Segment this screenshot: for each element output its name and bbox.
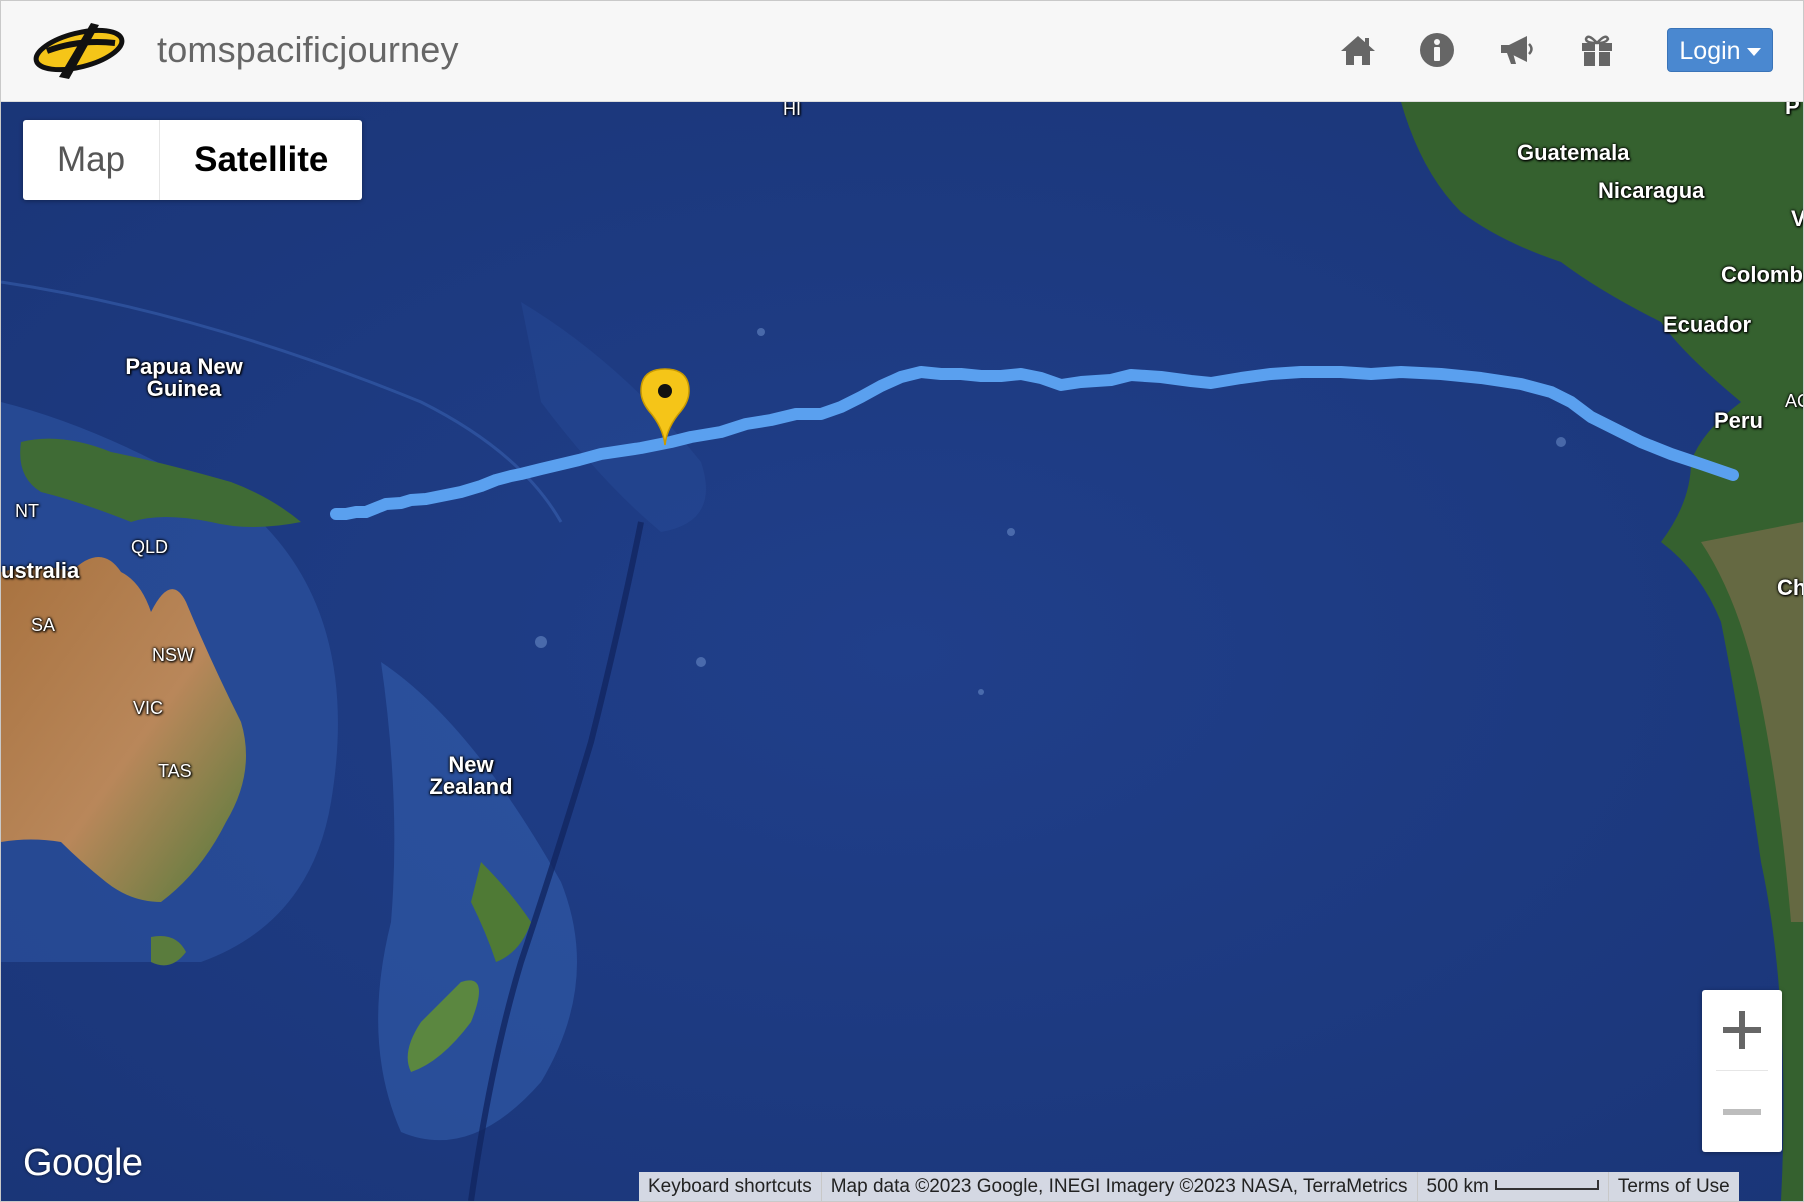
map-label-papua-new-guinea: Papua New Guinea [119, 356, 249, 400]
map-label-ecuador: Ecuador [1663, 312, 1752, 337]
scale-bar [1494, 1179, 1599, 1190]
map-label-nsw: NSW [152, 645, 194, 665]
scale-indicator[interactable]: 500 km [1418, 1172, 1609, 1201]
map-label-nt: NT [15, 501, 39, 521]
info-icon[interactable] [1418, 31, 1456, 69]
minus-icon [1723, 1109, 1761, 1115]
map-label-sa: SA [31, 615, 56, 635]
zoom-control [1702, 990, 1782, 1152]
map-label-edge-v: V [1791, 208, 1803, 230]
zoom-in-button[interactable] [1702, 990, 1782, 1070]
terms-of-use-link[interactable]: Terms of Use [1609, 1172, 1739, 1201]
google-logo[interactable]: Google [23, 1142, 143, 1185]
map-type-map-button[interactable]: Map [23, 120, 161, 200]
map-label-vic: VIC [133, 698, 164, 718]
map-type-control: Map Satellite [23, 120, 363, 200]
map-data-attribution: Map data ©2023 Google, INEGI Imagery ©20… [822, 1172, 1418, 1201]
bullhorn-icon[interactable] [1497, 31, 1535, 69]
site-title[interactable]: tomspacificjourney [157, 29, 459, 71]
map-label-qld: QLD [131, 537, 169, 557]
map-label-new-zealand: New Zealand [421, 754, 521, 798]
map-label-colombia: Colomb [1721, 262, 1803, 287]
map-label-australia: ustralia [1, 558, 80, 583]
caret-down-icon [1746, 48, 1761, 57]
page-frame: tomspacificjourney Login HI Guatemala Ni… [0, 0, 1804, 1202]
keyboard-shortcuts-link[interactable]: Keyboard shortcuts [639, 1172, 822, 1201]
map-label-hi: HI [783, 102, 801, 119]
map-label-nicaragua: Nicaragua [1598, 178, 1705, 203]
map-label-edge-p: P [1785, 102, 1800, 119]
zoom-divider [1716, 1070, 1768, 1071]
map-label-papua-new-guinea-text: Papua New Guinea [125, 354, 243, 401]
site-logo[interactable] [29, 17, 129, 83]
plus-icon [1723, 1011, 1761, 1049]
login-button[interactable]: Login [1667, 28, 1773, 72]
map-type-satellite-button[interactable]: Satellite [160, 120, 362, 200]
top-navbar: tomspacificjourney Login [1, 1, 1803, 102]
map-label-new-zealand-text: New Zealand [429, 752, 513, 799]
login-label: Login [1679, 37, 1741, 65]
scale-label: 500 km [1426, 1176, 1489, 1197]
map-canvas[interactable]: HI Guatemala Nicaragua Colomb Ecuador Pe… [1, 102, 1803, 1201]
journey-route [330, 366, 1739, 520]
map-label-chile: Ch [1777, 575, 1803, 600]
location-pin-icon[interactable] [639, 367, 691, 447]
home-icon[interactable] [1339, 31, 1377, 69]
map-label-tas: TAS [158, 761, 192, 781]
zoom-out-button[interactable] [1702, 1072, 1782, 1152]
map-label-guatemala: Guatemala [1517, 140, 1630, 165]
map-label-peru: Peru [1714, 408, 1763, 433]
map-attribution-bar: Keyboard shortcuts Map data ©2023 Google… [639, 1172, 1739, 1201]
map-label-ac: AC [1785, 391, 1803, 411]
gift-icon[interactable] [1578, 31, 1616, 69]
